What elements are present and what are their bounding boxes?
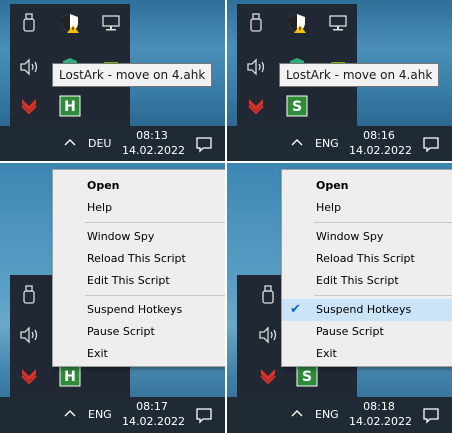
menu-separator xyxy=(314,295,452,296)
ahk-letter: S xyxy=(292,99,302,115)
chevron-up-icon[interactable] xyxy=(287,403,307,425)
chevron-up-icon[interactable] xyxy=(60,132,80,154)
usb-icon[interactable] xyxy=(16,282,42,308)
taskbar: ENG 08:17 14.02.2022 xyxy=(0,397,225,433)
menu-separator xyxy=(314,222,452,223)
menu-item-help[interactable]: Help xyxy=(282,197,452,219)
clock-date: 14.02.2022 xyxy=(349,415,412,428)
volume-icon[interactable] xyxy=(16,54,42,80)
menu-item-label: Reload This Script xyxy=(87,252,186,265)
taskbar: ENG 08:16 14.02.2022 xyxy=(227,126,452,161)
menu-item-label: Exit xyxy=(316,347,337,360)
menu-item-suspend-hotkeys[interactable]: ✔ Suspend Hotkeys xyxy=(282,299,452,321)
menu-item-suspend-hotkeys[interactable]: Suspend Hotkeys xyxy=(53,299,225,321)
menu-item-label: Help xyxy=(87,201,113,214)
clock-time: 08:13 xyxy=(136,129,168,142)
menu-item-window-spy[interactable]: Window Spy xyxy=(53,226,225,248)
chevron-up-icon[interactable] xyxy=(60,403,80,425)
network-icon[interactable] xyxy=(325,10,351,36)
notification-icon[interactable] xyxy=(194,134,214,154)
language-indicator[interactable]: ENG xyxy=(315,137,339,150)
menu-item-label: Suspend Hotkeys xyxy=(316,303,412,316)
volume-icon[interactable] xyxy=(255,322,281,348)
clock[interactable]: 08:16 14.02.2022 xyxy=(349,128,412,158)
context-menu: Open Help Window Spy Reload This Script … xyxy=(281,169,452,367)
download-icon[interactable] xyxy=(16,93,42,119)
menu-item-label: Pause Script xyxy=(87,325,155,338)
panel-3: H Open Help Window Spy Reload This Scrip… xyxy=(0,163,225,433)
security-warning-icon[interactable] xyxy=(284,10,310,36)
clock-date: 14.02.2022 xyxy=(122,144,185,157)
clock-date: 14.02.2022 xyxy=(349,144,412,157)
menu-item-reload[interactable]: Reload This Script xyxy=(282,248,452,270)
notification-icon[interactable] xyxy=(421,134,441,154)
ahk-letter: H xyxy=(64,369,76,385)
autohotkey-icon[interactable]: S xyxy=(284,93,310,119)
notification-icon[interactable] xyxy=(421,405,441,425)
menu-item-open[interactable]: Open xyxy=(282,175,452,197)
ahk-letter: S xyxy=(302,369,312,385)
tray-tooltip: LostArk - move on 4.ahk xyxy=(52,63,213,87)
panel-4: S Open Help Window Spy Reload This Scrip… xyxy=(227,163,452,433)
language-indicator[interactable]: ENG xyxy=(315,408,339,421)
taskbar: DEU 08:13 14.02.2022 xyxy=(0,126,225,161)
security-warning-icon[interactable] xyxy=(57,10,83,36)
clock[interactable]: 08:13 14.02.2022 xyxy=(122,128,185,158)
context-menu: Open Help Window Spy Reload This Script … xyxy=(52,169,225,367)
menu-item-label: Suspend Hotkeys xyxy=(87,303,183,316)
clock-time: 08:17 xyxy=(136,400,168,413)
panel-1: H LostArk - move on 4.ahk DEU 08:13 14.0… xyxy=(0,0,225,161)
menu-item-window-spy[interactable]: Window Spy xyxy=(282,226,452,248)
menu-item-pause-script[interactable]: Pause Script xyxy=(282,321,452,343)
download-icon[interactable] xyxy=(16,363,42,389)
clock-date: 14.02.2022 xyxy=(122,415,185,428)
ahk-letter: H xyxy=(64,99,76,115)
panel-2: S LostArk - move on 4.ahk ENG 08:16 14.0… xyxy=(227,0,452,161)
menu-item-label: Open xyxy=(316,179,349,192)
menu-item-exit[interactable]: Exit xyxy=(282,343,452,365)
usb-icon[interactable] xyxy=(243,10,269,36)
autohotkey-icon[interactable]: H xyxy=(57,93,83,119)
download-icon[interactable] xyxy=(243,93,269,119)
menu-item-exit[interactable]: Exit xyxy=(53,343,225,365)
menu-separator xyxy=(85,295,225,296)
menu-item-label: Edit This Script xyxy=(316,274,399,287)
clock[interactable]: 08:17 14.02.2022 xyxy=(122,399,185,429)
tray-tooltip: LostArk - move on 4.ahk xyxy=(279,63,440,87)
menu-item-reload[interactable]: Reload This Script xyxy=(53,248,225,270)
download-icon[interactable] xyxy=(255,363,281,389)
menu-item-label: Help xyxy=(316,201,342,214)
menu-item-edit[interactable]: Edit This Script xyxy=(282,270,452,292)
menu-item-open[interactable]: Open xyxy=(53,175,225,197)
menu-item-label: Window Spy xyxy=(87,230,155,243)
menu-item-label: Exit xyxy=(87,347,108,360)
menu-item-pause-script[interactable]: Pause Script xyxy=(53,321,225,343)
network-icon[interactable] xyxy=(98,10,124,36)
menu-item-label: Pause Script xyxy=(316,325,384,338)
clock[interactable]: 08:18 14.02.2022 xyxy=(349,399,412,429)
notification-icon[interactable] xyxy=(194,405,214,425)
clock-time: 08:16 xyxy=(363,129,395,142)
clock-time: 08:18 xyxy=(363,400,395,413)
menu-item-label: Reload This Script xyxy=(316,252,415,265)
menu-item-help[interactable]: Help xyxy=(53,197,225,219)
taskbar: ENG 08:18 14.02.2022 xyxy=(227,397,452,433)
menu-item-label: Window Spy xyxy=(316,230,384,243)
menu-item-label: Edit This Script xyxy=(87,274,170,287)
language-indicator[interactable]: ENG xyxy=(88,408,112,421)
language-indicator[interactable]: DEU xyxy=(88,137,111,150)
volume-icon[interactable] xyxy=(243,54,269,80)
usb-icon[interactable] xyxy=(16,10,42,36)
usb-icon[interactable] xyxy=(255,282,281,308)
volume-icon[interactable] xyxy=(16,322,42,348)
checkmark-icon: ✔ xyxy=(290,302,301,317)
menu-item-edit[interactable]: Edit This Script xyxy=(53,270,225,292)
menu-item-label: Open xyxy=(87,179,120,192)
menu-separator xyxy=(85,222,225,223)
chevron-up-icon[interactable] xyxy=(287,132,307,154)
